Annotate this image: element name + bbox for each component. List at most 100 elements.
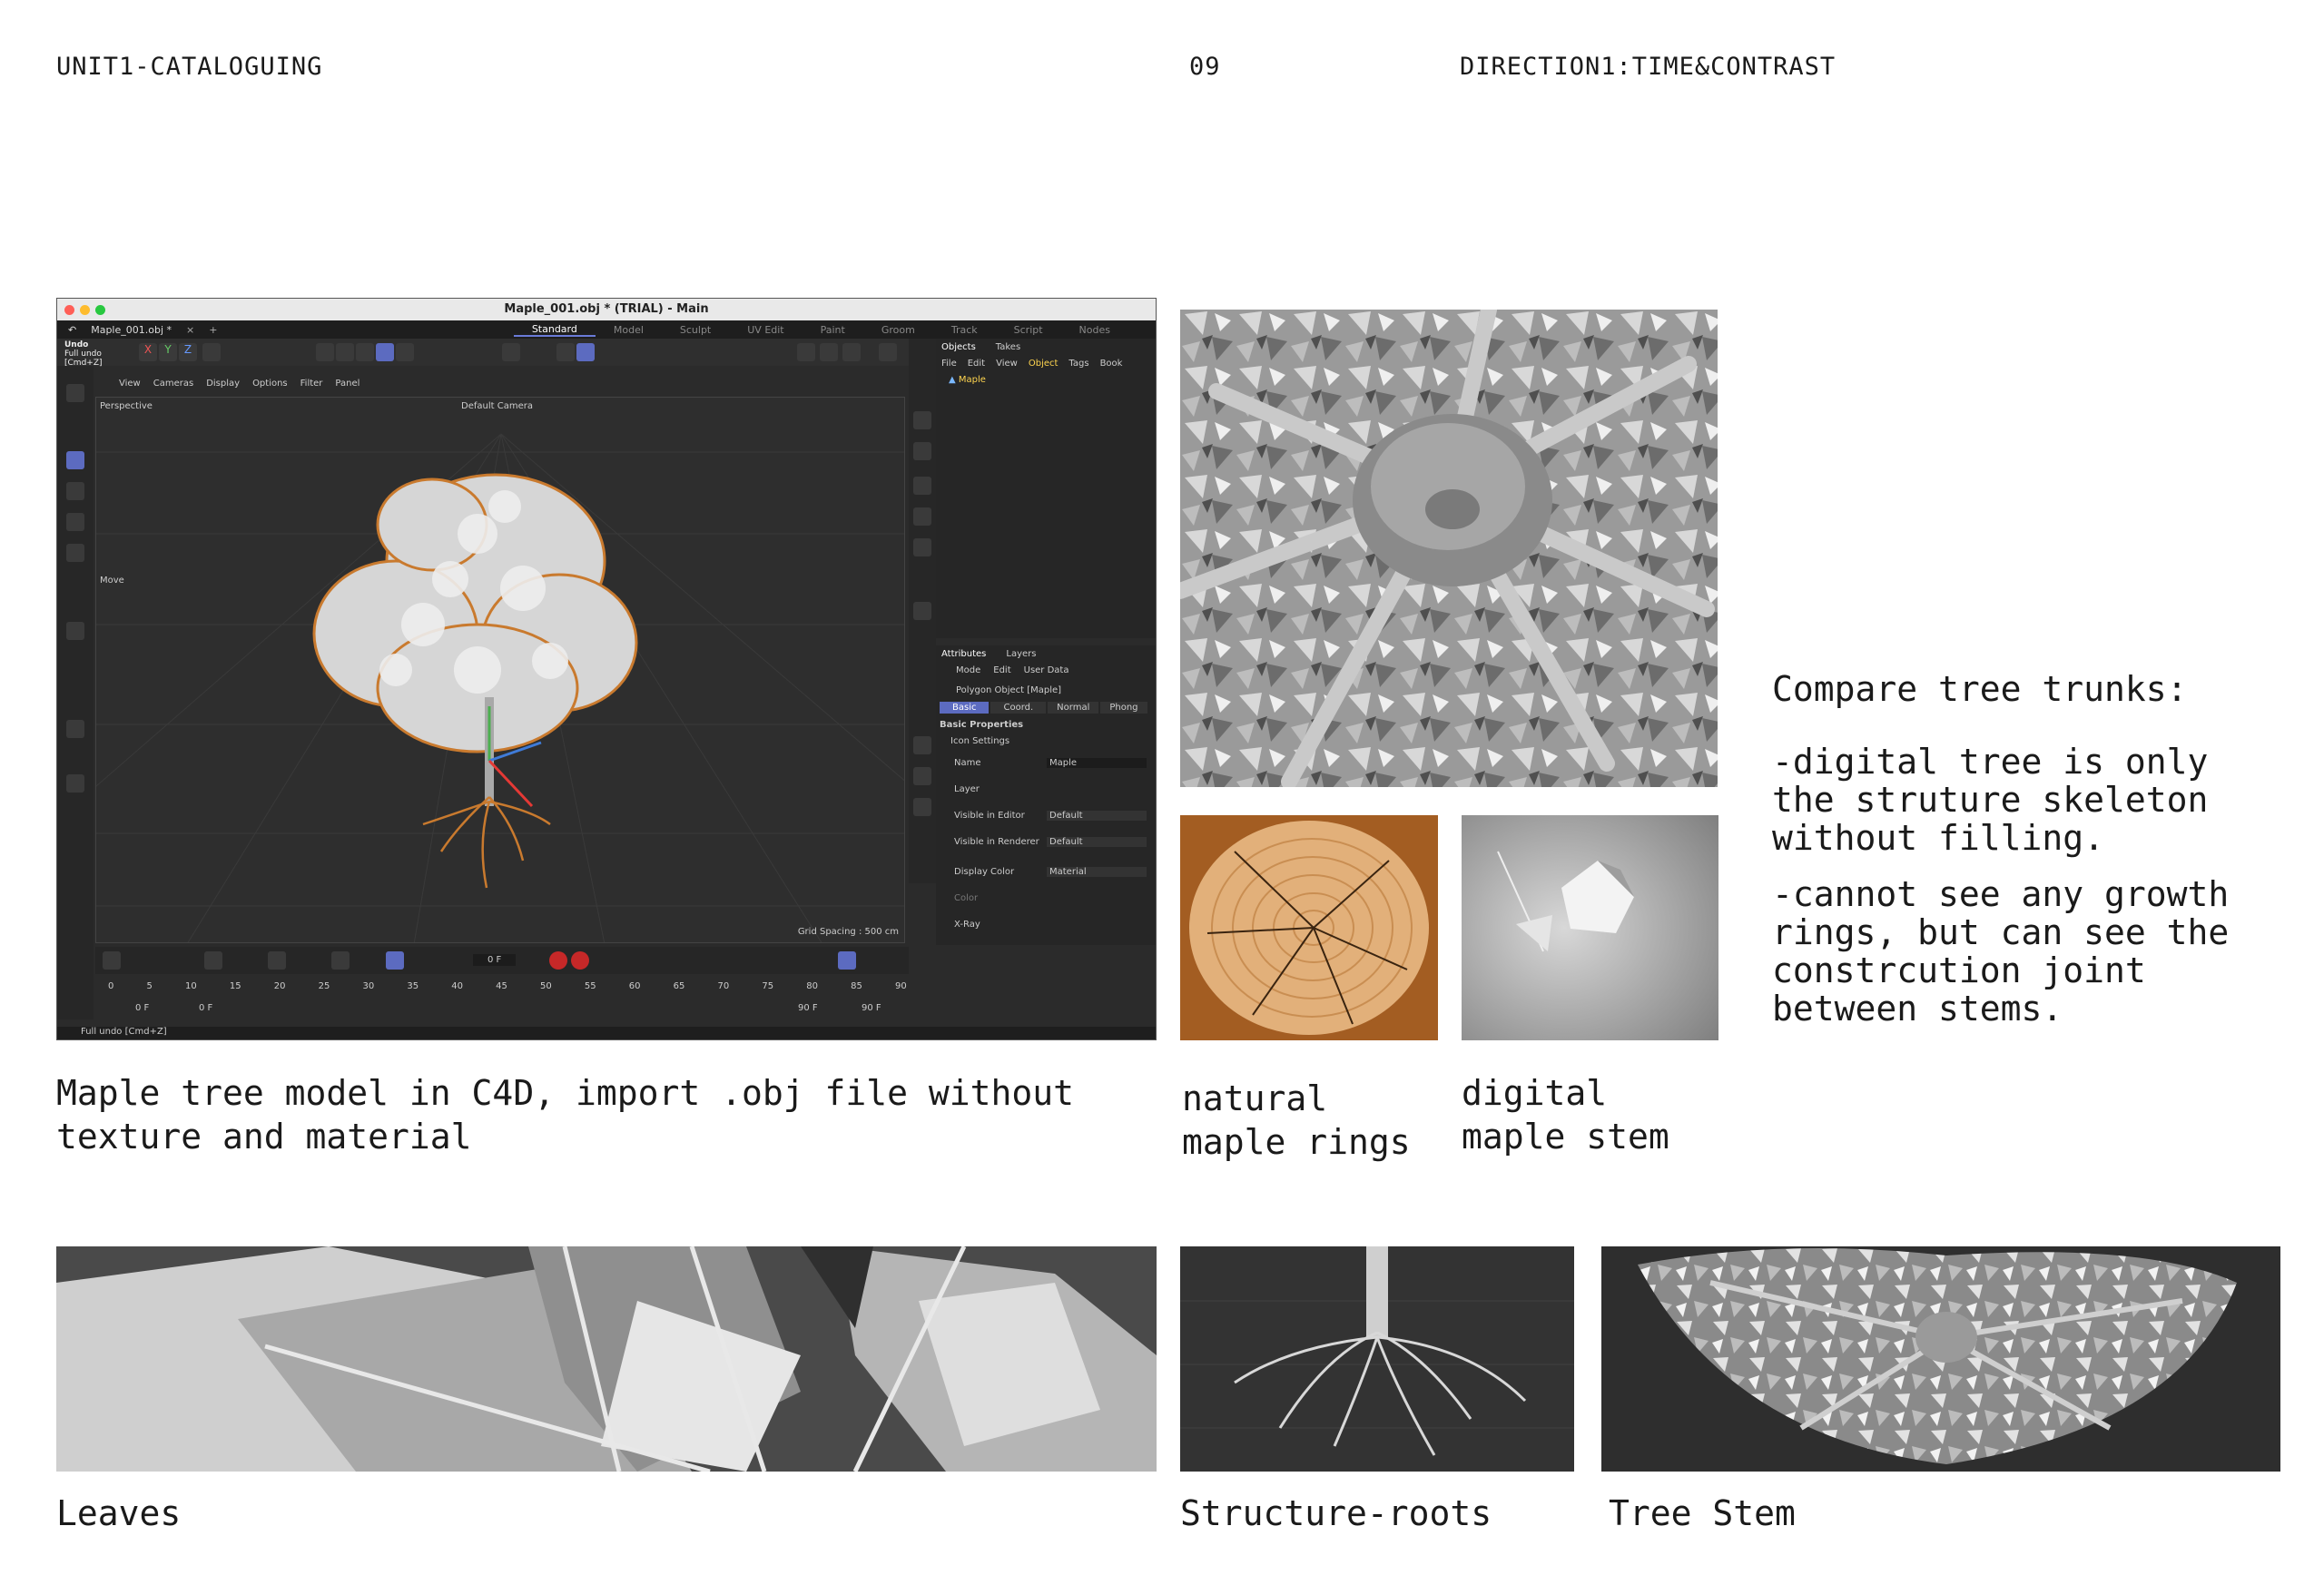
range-end2-field[interactable]: 90 F	[862, 1003, 881, 1013]
record-icon[interactable]	[549, 951, 567, 970]
icon-settings-row[interactable]: Icon Settings	[950, 736, 1009, 746]
render-view-icon[interactable]	[797, 343, 815, 361]
attributes-tab[interactable]: Attributes	[941, 649, 986, 659]
spline-tool-icon[interactable]	[66, 622, 84, 640]
attr-menu-mode[interactable]: Mode	[956, 665, 980, 675]
polygons-mode-icon[interactable]	[356, 343, 374, 361]
camera-icon[interactable]	[913, 767, 931, 785]
texture-mode-icon[interactable]	[396, 343, 414, 361]
field-icon[interactable]	[913, 602, 931, 620]
layout-tab-uv-edit[interactable]: UV Edit	[729, 324, 802, 336]
attr-subtab-basic[interactable]: Basic	[940, 702, 990, 714]
render-region-icon[interactable]	[879, 343, 897, 361]
layout-tab-sculpt[interactable]: Sculpt	[662, 324, 729, 336]
tick-label: 50	[540, 981, 552, 991]
snap-icon[interactable]	[502, 343, 520, 361]
prop-row: Layer	[954, 784, 1156, 794]
layout-tab-track[interactable]: Track	[933, 324, 996, 336]
undo-arrow-icon[interactable]: ↶	[68, 324, 76, 336]
deformer-icon[interactable]	[913, 538, 931, 556]
viewport-menu-display[interactable]: Display	[206, 379, 240, 389]
cube-icon[interactable]	[913, 411, 931, 429]
knife-tool-icon[interactable]	[66, 774, 84, 793]
layout-tab-script[interactable]: Script	[996, 324, 1061, 336]
x-axis-icon[interactable]: X	[139, 343, 157, 361]
viewport-menu-cameras[interactable]: Cameras	[153, 379, 193, 389]
viewport-menu-options[interactable]: Options	[252, 379, 288, 389]
y-axis-icon[interactable]: Y	[159, 343, 177, 361]
objects-tab[interactable]: Objects	[941, 342, 976, 352]
close-tab-icon[interactable]: ×	[186, 324, 194, 336]
timeline-ruler[interactable]: 0 5 10 15 20 25 30 35 40 45 50 55 60 65 …	[108, 981, 907, 1001]
object-name[interactable]: Maple	[959, 375, 986, 385]
zoom-dot[interactable]	[95, 305, 105, 315]
objects-menu-book[interactable]: Book	[1100, 359, 1123, 369]
viewport-menu-filter[interactable]: Filter	[300, 379, 323, 389]
cloner-icon[interactable]	[913, 507, 931, 526]
objects-menu-view[interactable]: View	[996, 359, 1018, 369]
current-frame-field[interactable]: 0 F	[473, 954, 517, 966]
prop-value[interactable]: Default	[1047, 811, 1147, 821]
edges-mode-icon[interactable]	[336, 343, 354, 361]
coord-system-icon[interactable]	[202, 343, 221, 361]
loop-icon[interactable]	[386, 951, 404, 970]
layout-tab-groom[interactable]: Groom	[863, 324, 933, 336]
range-start-field[interactable]: 0 F	[135, 1003, 149, 1013]
environment-icon[interactable]	[913, 736, 931, 754]
paint-brush-icon[interactable]	[66, 720, 84, 738]
new-tab-icon[interactable]: +	[209, 324, 217, 336]
keyframe-icon[interactable]	[103, 951, 121, 970]
attr-subtab-normal[interactable]: Normal	[1048, 702, 1099, 714]
tick-label: 40	[451, 981, 464, 991]
go-to-end-icon[interactable]	[331, 951, 350, 970]
autokey-icon[interactable]	[571, 951, 589, 970]
prop-value[interactable]: Material	[1047, 867, 1147, 877]
grid-icon[interactable]	[556, 343, 575, 361]
play-icon[interactable]	[268, 951, 286, 970]
layout-tab-standard[interactable]: Standard	[513, 323, 596, 337]
layout-tab-model[interactable]: Model	[596, 324, 662, 336]
attr-subtab-phong[interactable]: Phong	[1100, 702, 1147, 714]
close-dot[interactable]	[64, 305, 74, 315]
text-icon[interactable]	[913, 442, 931, 460]
attr-menu-edit[interactable]: Edit	[993, 665, 1010, 675]
layout-tab-nodes[interactable]: Nodes	[1061, 324, 1128, 336]
layers-tab[interactable]: Layers	[1006, 649, 1036, 659]
go-to-start-icon[interactable]	[204, 951, 222, 970]
takes-tab[interactable]: Takes	[996, 342, 1020, 352]
tick-label: 45	[496, 981, 507, 991]
light-icon[interactable]	[913, 798, 931, 816]
model-mode-icon[interactable]	[376, 343, 394, 361]
viewport-menu-panel[interactable]: Panel	[335, 379, 359, 389]
objects-menu-object[interactable]: Object	[1029, 359, 1059, 369]
prop-value[interactable]: Default	[1047, 837, 1147, 847]
scale-tool-icon[interactable]	[66, 513, 84, 531]
generator-icon[interactable]	[913, 477, 931, 495]
object-row[interactable]: ▲ Maple	[949, 375, 986, 385]
render-picture-icon[interactable]	[842, 343, 861, 361]
points-mode-icon[interactable]	[316, 343, 334, 361]
objects-menu-edit[interactable]: Edit	[968, 359, 985, 369]
camera-label[interactable]: Default Camera	[461, 401, 533, 411]
perspective-viewport[interactable]: Perspective Default Camera Move Grid Spa…	[95, 397, 905, 943]
attr-menu-user-data[interactable]: User Data	[1024, 665, 1069, 675]
attr-subtab-coord[interactable]: Coord.	[990, 702, 1047, 714]
objects-menu-tags[interactable]: Tags	[1068, 359, 1088, 369]
render-settings-icon[interactable]	[820, 343, 838, 361]
move-tool-icon[interactable]	[66, 451, 84, 469]
snap-timeline-icon[interactable]	[838, 951, 856, 970]
tick-label: 0	[108, 981, 114, 991]
workplane-icon[interactable]	[576, 343, 595, 361]
range-end-field[interactable]: 90 F	[798, 1003, 818, 1013]
z-axis-icon[interactable]: Z	[179, 343, 197, 361]
range-start2-field[interactable]: 0 F	[199, 1003, 212, 1013]
minimize-dot[interactable]	[80, 305, 90, 315]
objects-menu-file[interactable]: File	[941, 359, 957, 369]
prop-value[interactable]: Maple	[1047, 758, 1147, 768]
file-tab[interactable]: Maple_001.obj *	[91, 324, 172, 336]
viewport-menu-view[interactable]: View	[119, 379, 141, 389]
rotate-tool-icon[interactable]	[66, 482, 84, 500]
transform-tool-icon[interactable]	[66, 544, 84, 562]
live-selection-icon[interactable]	[66, 384, 84, 402]
layout-tab-paint[interactable]: Paint	[803, 324, 863, 336]
